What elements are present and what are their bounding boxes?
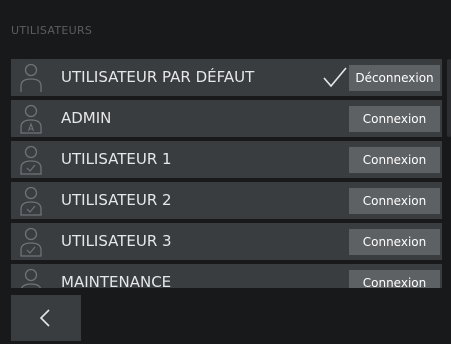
login-button-user-1[interactable]: Connexion — [349, 147, 440, 173]
bottom-bar — [84, 295, 451, 341]
login-button-user-3[interactable]: Connexion — [349, 229, 440, 255]
user-row-admin: ADMIN Connexion — [11, 100, 442, 137]
logout-button[interactable]: Déconnexion — [349, 65, 440, 91]
scrollbar[interactable] — [447, 59, 451, 288]
user-name: UTILISATEUR 2 — [61, 191, 172, 209]
user-row-default: UTILISATEUR PAR DÉFAUT Déconnexion — [11, 59, 442, 96]
user-row-maintenance: MAINTENANCE Connexion — [11, 264, 442, 288]
user-row-1: UTILISATEUR 1 Connexion — [11, 141, 442, 178]
scroll-thumb[interactable] — [447, 59, 451, 137]
user-check-icon — [19, 185, 43, 216]
user-name: UTILISATEUR 1 — [61, 150, 172, 168]
user-icon — [19, 267, 43, 288]
user-check-icon — [19, 144, 43, 175]
user-name: UTILISATEUR 3 — [61, 232, 172, 250]
login-button-maintenance[interactable]: Connexion — [349, 270, 440, 288]
user-name: ADMIN — [61, 109, 112, 127]
user-row-3: UTILISATEUR 3 Connexion — [11, 223, 442, 260]
login-button-user-2[interactable]: Connexion — [349, 188, 440, 214]
login-button-admin[interactable]: Connexion — [349, 106, 440, 132]
users-screen: UTILISATEURS UTILISATEUR PAR DÉFAUT Déco… — [0, 0, 451, 344]
user-name: UTILISATEUR PAR DÉFAUT — [61, 68, 255, 86]
user-name: MAINTENANCE — [61, 273, 172, 288]
user-check-icon — [19, 226, 43, 257]
user-row-2: UTILISATEUR 2 Connexion — [11, 182, 442, 219]
checkmark-icon — [322, 66, 348, 88]
user-default-icon — [19, 62, 43, 93]
user-list: UTILISATEUR PAR DÉFAUT Déconnexion ADMIN… — [11, 59, 445, 288]
section-title: UTILISATEURS — [11, 24, 93, 37]
back-button[interactable] — [11, 295, 81, 341]
chevron-left-icon — [39, 309, 50, 327]
user-admin-icon — [19, 103, 43, 134]
